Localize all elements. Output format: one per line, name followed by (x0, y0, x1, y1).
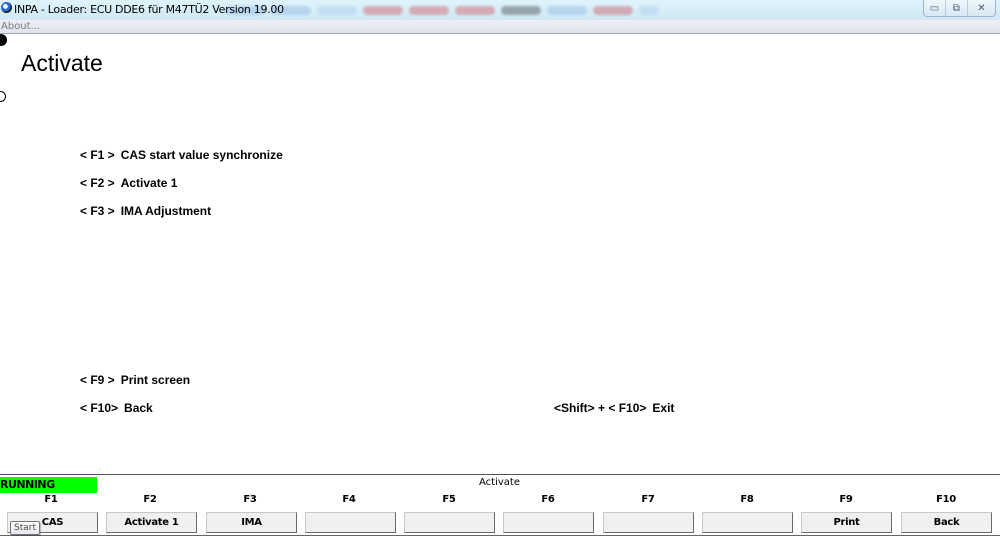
menu-item-label: Print screen (120, 373, 191, 387)
fkey-label-f7: F7 (641, 494, 655, 505)
exit-hint: <Shift> + < F10> Exit (554, 401, 674, 415)
fkey-label-f2: F2 (143, 494, 157, 505)
maximize-button[interactable]: ⧉ (946, 0, 968, 16)
window-title: INPA - Loader: ECU DDE6 für M47TÜ2 Versi… (14, 3, 284, 16)
fkey-button-f6[interactable] (503, 512, 594, 533)
exit-hint-key: <Shift> + < F10> (554, 401, 647, 415)
menu-item-label: IMA Adjustment (120, 204, 212, 218)
menu-item-f2: < F2 > Activate 1 (80, 176, 177, 190)
function-key-panel: RUNNING Activate F1 F2 F3 F4 F5 F6 F7 F8… (0, 474, 1000, 536)
menu-item-f1: < F1 > CAS start value synchronize (80, 148, 283, 162)
indicator-filled-dot (0, 34, 7, 46)
menu-item-label: CAS start value synchronize (120, 148, 283, 162)
menu-item-key: < F10> (80, 401, 119, 415)
menu-item-key: < F3 > (80, 204, 115, 218)
fkey-button-f7[interactable] (603, 512, 694, 533)
fkey-label-f1: F1 (44, 494, 58, 505)
fkey-button-f9[interactable]: Print (801, 512, 892, 533)
menu-about[interactable]: About... (1, 21, 40, 32)
fkey-button-f3[interactable]: IMA (206, 512, 297, 533)
menu-item-key: < F2 > (80, 176, 115, 190)
fkey-button-f10[interactable]: Back (901, 512, 992, 533)
menu-item-f9: < F9 > Print screen (80, 373, 190, 387)
menu-item-key: < F1 > (80, 148, 115, 162)
status-badge: RUNNING (0, 477, 97, 493)
status-screen-name: Activate (479, 477, 520, 488)
menu-item-key: < F9 > (80, 373, 115, 387)
menu-item-f3: < F3 > IMA Adjustment (80, 204, 211, 218)
fkey-label-f4: F4 (342, 494, 356, 505)
fkey-label-f9: F9 (839, 494, 853, 505)
fkey-label-f6: F6 (541, 494, 555, 505)
minimize-button[interactable]: ▭ (924, 0, 946, 16)
fkey-label-f3: F3 (243, 494, 257, 505)
fkey-button-f4[interactable] (305, 512, 396, 533)
menu-item-label: Activate 1 (120, 176, 178, 190)
window-controls: ▭ ⧉ ✕ (923, 0, 996, 17)
fkey-label-f8: F8 (740, 494, 754, 505)
taskbar-reflection (225, 4, 915, 16)
minimize-icon: ▭ (929, 2, 940, 14)
page-title: Activate (21, 50, 103, 76)
menu-bar: About... (0, 20, 1000, 34)
indicator-empty-dot (0, 91, 6, 102)
fkey-label-f5: F5 (442, 494, 456, 505)
menu-item-f10: < F10> Back (80, 401, 153, 415)
maximize-icon: ⧉ (952, 2, 960, 14)
title-bar: INPA - Loader: ECU DDE6 für M47TÜ2 Versi… (0, 0, 1000, 20)
close-icon: ✕ (977, 2, 986, 14)
fkey-button-f2[interactable]: Activate 1 (106, 512, 197, 533)
start-tooltip: Start (10, 521, 40, 535)
fkey-label-f10: F10 (936, 494, 956, 505)
app-icon[interactable] (1, 2, 12, 13)
fkey-button-f5[interactable] (404, 512, 495, 533)
exit-hint-label: Exit (652, 401, 675, 415)
close-button[interactable]: ✕ (968, 0, 995, 16)
menu-item-label: Back (124, 401, 153, 415)
fkey-button-f8[interactable] (702, 512, 793, 533)
